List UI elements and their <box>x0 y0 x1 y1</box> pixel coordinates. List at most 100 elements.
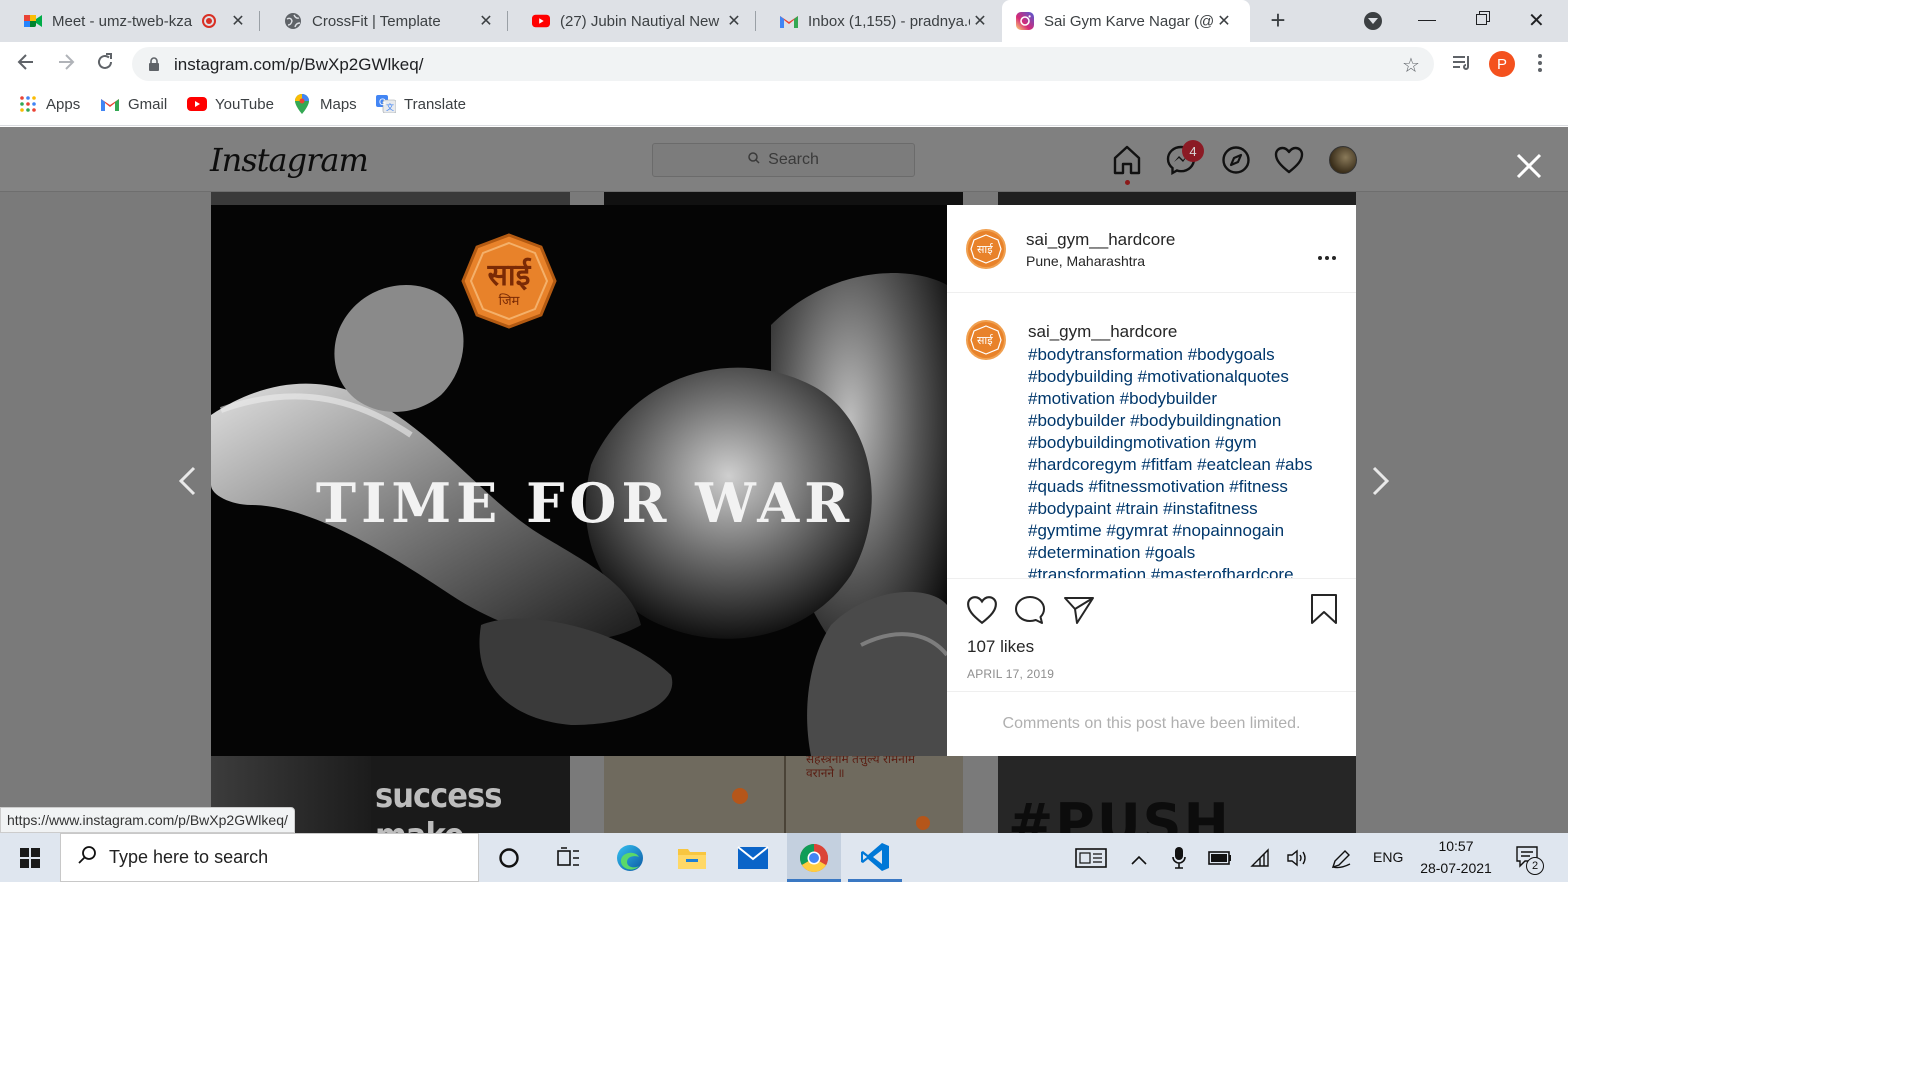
caption-username[interactable]: sai_gym__hardcore <box>1028 322 1177 342</box>
close-icon[interactable]: ✕ <box>724 11 744 31</box>
hashtag-line[interactable]: #bodybuilder #bodybuildingnation <box>1028 410 1338 432</box>
kebab-menu-icon[interactable] <box>1538 53 1542 73</box>
home-icon[interactable] <box>1112 145 1142 180</box>
avatar[interactable]: साई <box>966 229 1006 269</box>
microphone-icon[interactable] <box>1172 846 1186 875</box>
hashtag-line[interactable]: #gymtime #gymrat #nopainnogain <box>1028 520 1338 542</box>
url-text: instagram.com/p/BwXp2GWlkeq/ <box>174 55 424 74</box>
next-post-chevron-icon[interactable] <box>1371 466 1391 501</box>
caption-hashtags: #bodytransformation #bodygoals #bodybuild… <box>1028 344 1338 578</box>
battery-icon[interactable] <box>1208 851 1232 870</box>
bookmark-gmail[interactable]: Gmail <box>100 94 167 114</box>
post-username[interactable]: sai_gym__hardcore <box>1026 230 1175 250</box>
bookmark-maps[interactable]: Maps <box>292 94 357 114</box>
minimize-button[interactable] <box>1418 20 1436 21</box>
hashtag-line[interactable]: #bodybuildingmotivation #gym <box>1028 432 1338 454</box>
instagram-logo[interactable]: Instagram <box>210 141 369 179</box>
close-modal-button[interactable] <box>1516 153 1542 184</box>
avatar[interactable]: साई <box>966 320 1006 360</box>
hashtag-line[interactable]: #hardcoregym #fitfam #eatclean #abs <box>1028 454 1338 476</box>
bookmark-label: Translate <box>404 95 466 113</box>
vscode-icon <box>860 842 890 877</box>
tab-youtube[interactable]: (27) Jubin Nautiyal New H ✕ <box>508 0 754 42</box>
edge-icon[interactable] <box>615 843 645 878</box>
hashtag-line[interactable]: #transformation #masterofhardcore <box>1028 564 1338 578</box>
back-arrow-icon[interactable] <box>16 52 36 77</box>
close-icon[interactable]: ✕ <box>476 11 496 31</box>
vscode-taskbar-button[interactable] <box>848 833 902 882</box>
hashtag-line[interactable]: #bodypaint #train #instafitness <box>1028 498 1338 520</box>
translate-icon: G文 <box>376 94 396 114</box>
windows-start-icon[interactable] <box>20 848 40 873</box>
clock-time[interactable]: 10:57 <box>1420 838 1492 854</box>
mail-icon[interactable] <box>737 846 769 875</box>
globe-icon <box>284 12 302 30</box>
wifi-icon[interactable] <box>1248 848 1270 873</box>
post-details-panel: साई sai_gym__hardcore Pune, Maharashtra … <box>947 205 1356 756</box>
previous-post-chevron-icon[interactable] <box>177 466 197 501</box>
heart-activity-icon[interactable] <box>1274 146 1304 179</box>
close-icon[interactable]: ✕ <box>228 11 248 31</box>
tab-meet[interactable]: Meet - umz-tweb-kza ✕ <box>0 0 258 42</box>
bookmark-apps[interactable]: Apps <box>18 94 80 114</box>
clock-date[interactable]: 28-07-2021 <box>1415 860 1497 876</box>
tab-instagram[interactable]: Sai Gym Karve Nagar (@sa ✕ <box>1002 0 1250 42</box>
cortana-icon[interactable] <box>498 847 520 874</box>
forward-arrow-icon[interactable] <box>56 52 76 77</box>
post-image[interactable]: साई जिम TIME FOR WAR <box>211 205 947 756</box>
volume-icon[interactable] <box>1286 848 1308 873</box>
likes-count[interactable]: 107 likes <box>967 637 1034 657</box>
file-explorer-icon[interactable] <box>677 845 707 876</box>
reload-icon[interactable] <box>95 52 115 77</box>
language-indicator[interactable]: ENG <box>1373 849 1403 865</box>
lock-icon <box>148 57 160 76</box>
bookmark-youtube[interactable]: YouTube <box>187 94 274 114</box>
restore-button[interactable] <box>1476 11 1490 25</box>
search-input[interactable]: Search <box>652 143 915 177</box>
avatar[interactable] <box>1329 146 1357 174</box>
tab-search-icon[interactable] <box>1364 12 1382 30</box>
keyboard-layout-icon[interactable] <box>1075 848 1107 873</box>
task-view-icon[interactable] <box>557 847 581 874</box>
like-heart-icon[interactable] <box>966 595 998 630</box>
post-location[interactable]: Pune, Maharashtra <box>1026 253 1145 269</box>
hashtag-line[interactable]: #bodytransformation #bodygoals <box>1028 344 1338 366</box>
explore-compass-icon[interactable] <box>1221 145 1251 180</box>
comment-icon[interactable] <box>1014 595 1046 630</box>
tab-gmail[interactable]: Inbox (1,155) - pradnya.d ✕ <box>756 0 1000 42</box>
pen-icon[interactable] <box>1330 848 1352 875</box>
reading-list-icon[interactable] <box>1452 54 1472 77</box>
window-close-button[interactable]: ✕ <box>1528 8 1545 33</box>
bookmarks-bar: Apps Gmail YouTube Maps G文 Translate <box>0 85 1568 126</box>
save-bookmark-icon[interactable] <box>1310 593 1338 630</box>
instagram-icon <box>1016 12 1034 30</box>
active-indicator <box>1125 180 1130 185</box>
caption-area: साई sai_gym__hardcore #bodytransformatio… <box>947 294 1356 578</box>
taskbar-search-input[interactable]: Type here to search <box>60 833 479 882</box>
more-options-icon[interactable] <box>1318 247 1336 265</box>
chrome-taskbar-button[interactable] <box>787 833 841 882</box>
bookmark-translate[interactable]: G文 Translate <box>376 94 466 114</box>
close-icon[interactable]: ✕ <box>1214 11 1234 31</box>
close-icon[interactable]: ✕ <box>970 11 990 31</box>
status-url: https://www.instagram.com/p/BwXp2GWlkeq/ <box>0 807 295 833</box>
post-date[interactable]: APRIL 17, 2019 <box>967 667 1054 681</box>
hashtag-line[interactable]: #bodybuilding #motivationalquotes <box>1028 366 1338 388</box>
tab-title: Sai Gym Karve Nagar (@sa <box>1044 12 1214 30</box>
tab-title: Meet - umz-tweb-kza <box>52 12 193 30</box>
notification-badge: 2 <box>1526 857 1544 875</box>
chevron-up-icon[interactable] <box>1131 852 1147 870</box>
share-direct-icon[interactable] <box>1063 595 1095 630</box>
taskbar-search-placeholder: Type here to search <box>109 847 269 867</box>
post-headline: TIME FOR WAR <box>315 471 855 535</box>
address-bar[interactable]: instagram.com/p/BwXp2GWlkeq/ ☆ <box>132 47 1434 81</box>
new-tab-button[interactable]: + <box>1266 7 1290 33</box>
hashtag-line[interactable]: #motivation #bodybuilder <box>1028 388 1338 410</box>
avatar[interactable]: P <box>1489 51 1515 77</box>
tab-crossfit[interactable]: CrossFit | Template ✕ <box>260 0 506 42</box>
hashtag-line[interactable]: #quads #fitnessmotivation #fitness <box>1028 476 1338 498</box>
hashtag-line[interactable]: #determination #goals <box>1028 542 1338 564</box>
svg-text:文: 文 <box>386 102 394 112</box>
bookmark-star-icon[interactable]: ☆ <box>1402 53 1420 78</box>
youtube-icon <box>532 12 550 30</box>
